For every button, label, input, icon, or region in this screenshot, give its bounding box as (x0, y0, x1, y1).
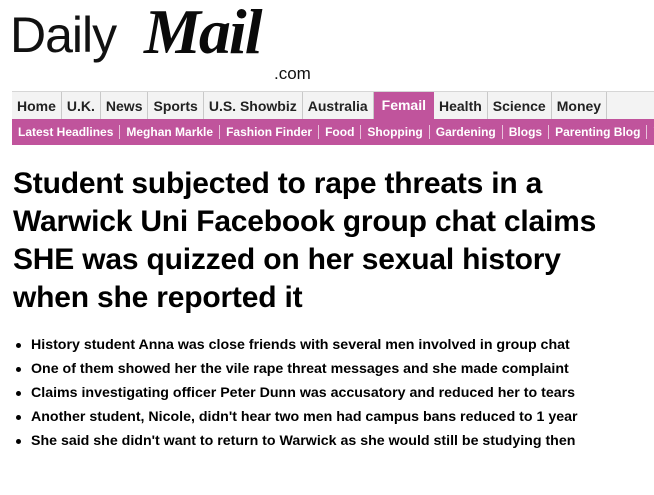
summary-bullet: Another student, Nicole, didn't hear two… (13, 407, 653, 427)
site-logo[interactable]: Daily Mail .com (10, 0, 330, 84)
subnav-latest-headlines[interactable]: Latest Headlines (12, 125, 121, 139)
femail-subnav: Latest Headlines Meghan Markle Fashion F… (12, 119, 654, 145)
bullet-dot-icon (16, 391, 21, 396)
subnav-shopping[interactable]: Shopping (361, 125, 430, 139)
nav-item-money[interactable]: Money (552, 92, 608, 119)
summary-bullet: One of them showed her the vile rape thr… (13, 359, 653, 379)
nav-item-science[interactable]: Science (488, 92, 552, 119)
article-headline: Student subjected to rape threats in a W… (13, 167, 597, 314)
nav-item-us-showbiz[interactable]: U.S. Showbiz (204, 92, 303, 119)
subnav-parenting-blog[interactable]: Parenting Blog (549, 125, 648, 139)
bullet-dot-icon (16, 439, 21, 444)
subnav-food[interactable]: Food (319, 125, 362, 139)
summary-bullet-text: Another student, Nicole, didn't hear two… (31, 409, 578, 425)
nav-item-uk[interactable]: U.K. (62, 92, 101, 119)
subnav-blogs[interactable]: Blogs (503, 125, 550, 139)
nav-item-sports[interactable]: Sports (148, 92, 204, 119)
nav-item-home[interactable]: Home (12, 92, 62, 119)
bullet-dot-icon (16, 343, 21, 348)
nav-item-australia[interactable]: Australia (303, 92, 374, 119)
summary-bullet-text: She said she didn't want to return to Wa… (31, 433, 576, 449)
nav-item-health[interactable]: Health (434, 92, 488, 119)
article-summary-bullets: History student Anna was close friends w… (13, 335, 653, 455)
summary-bullet-text: Claims investigating officer Peter Dunn … (31, 385, 576, 401)
bullet-dot-icon (16, 415, 21, 420)
summary-bullet-text: History student Anna was close friends w… (31, 337, 570, 353)
logo-com-text: .com (274, 64, 311, 83)
nav-item-femail[interactable]: Femail (373, 92, 434, 119)
summary-bullet: History student Anna was close friends w… (13, 335, 653, 355)
summary-bullet: Claims investigating officer Peter Dunn … (13, 383, 653, 403)
nav-item-news[interactable]: News (101, 92, 149, 119)
primary-nav: Home U.K. News Sports U.S. Showbiz Austr… (12, 91, 654, 120)
subnav-gardening[interactable]: Gardening (430, 125, 503, 139)
bullet-dot-icon (16, 367, 21, 372)
subnav-fashion-finder[interactable]: Fashion Finder (220, 125, 320, 139)
subnav-meghan-markle[interactable]: Meghan Markle (120, 125, 221, 139)
subnav-overflow-item[interactable]: Y (647, 125, 654, 139)
summary-bullet-text: One of them showed her the vile rape thr… (31, 361, 569, 377)
logo-daily-text: Daily (10, 7, 117, 63)
summary-bullet: She said she didn't want to return to Wa… (13, 431, 653, 451)
logo-mail-text: Mail (144, 0, 262, 67)
